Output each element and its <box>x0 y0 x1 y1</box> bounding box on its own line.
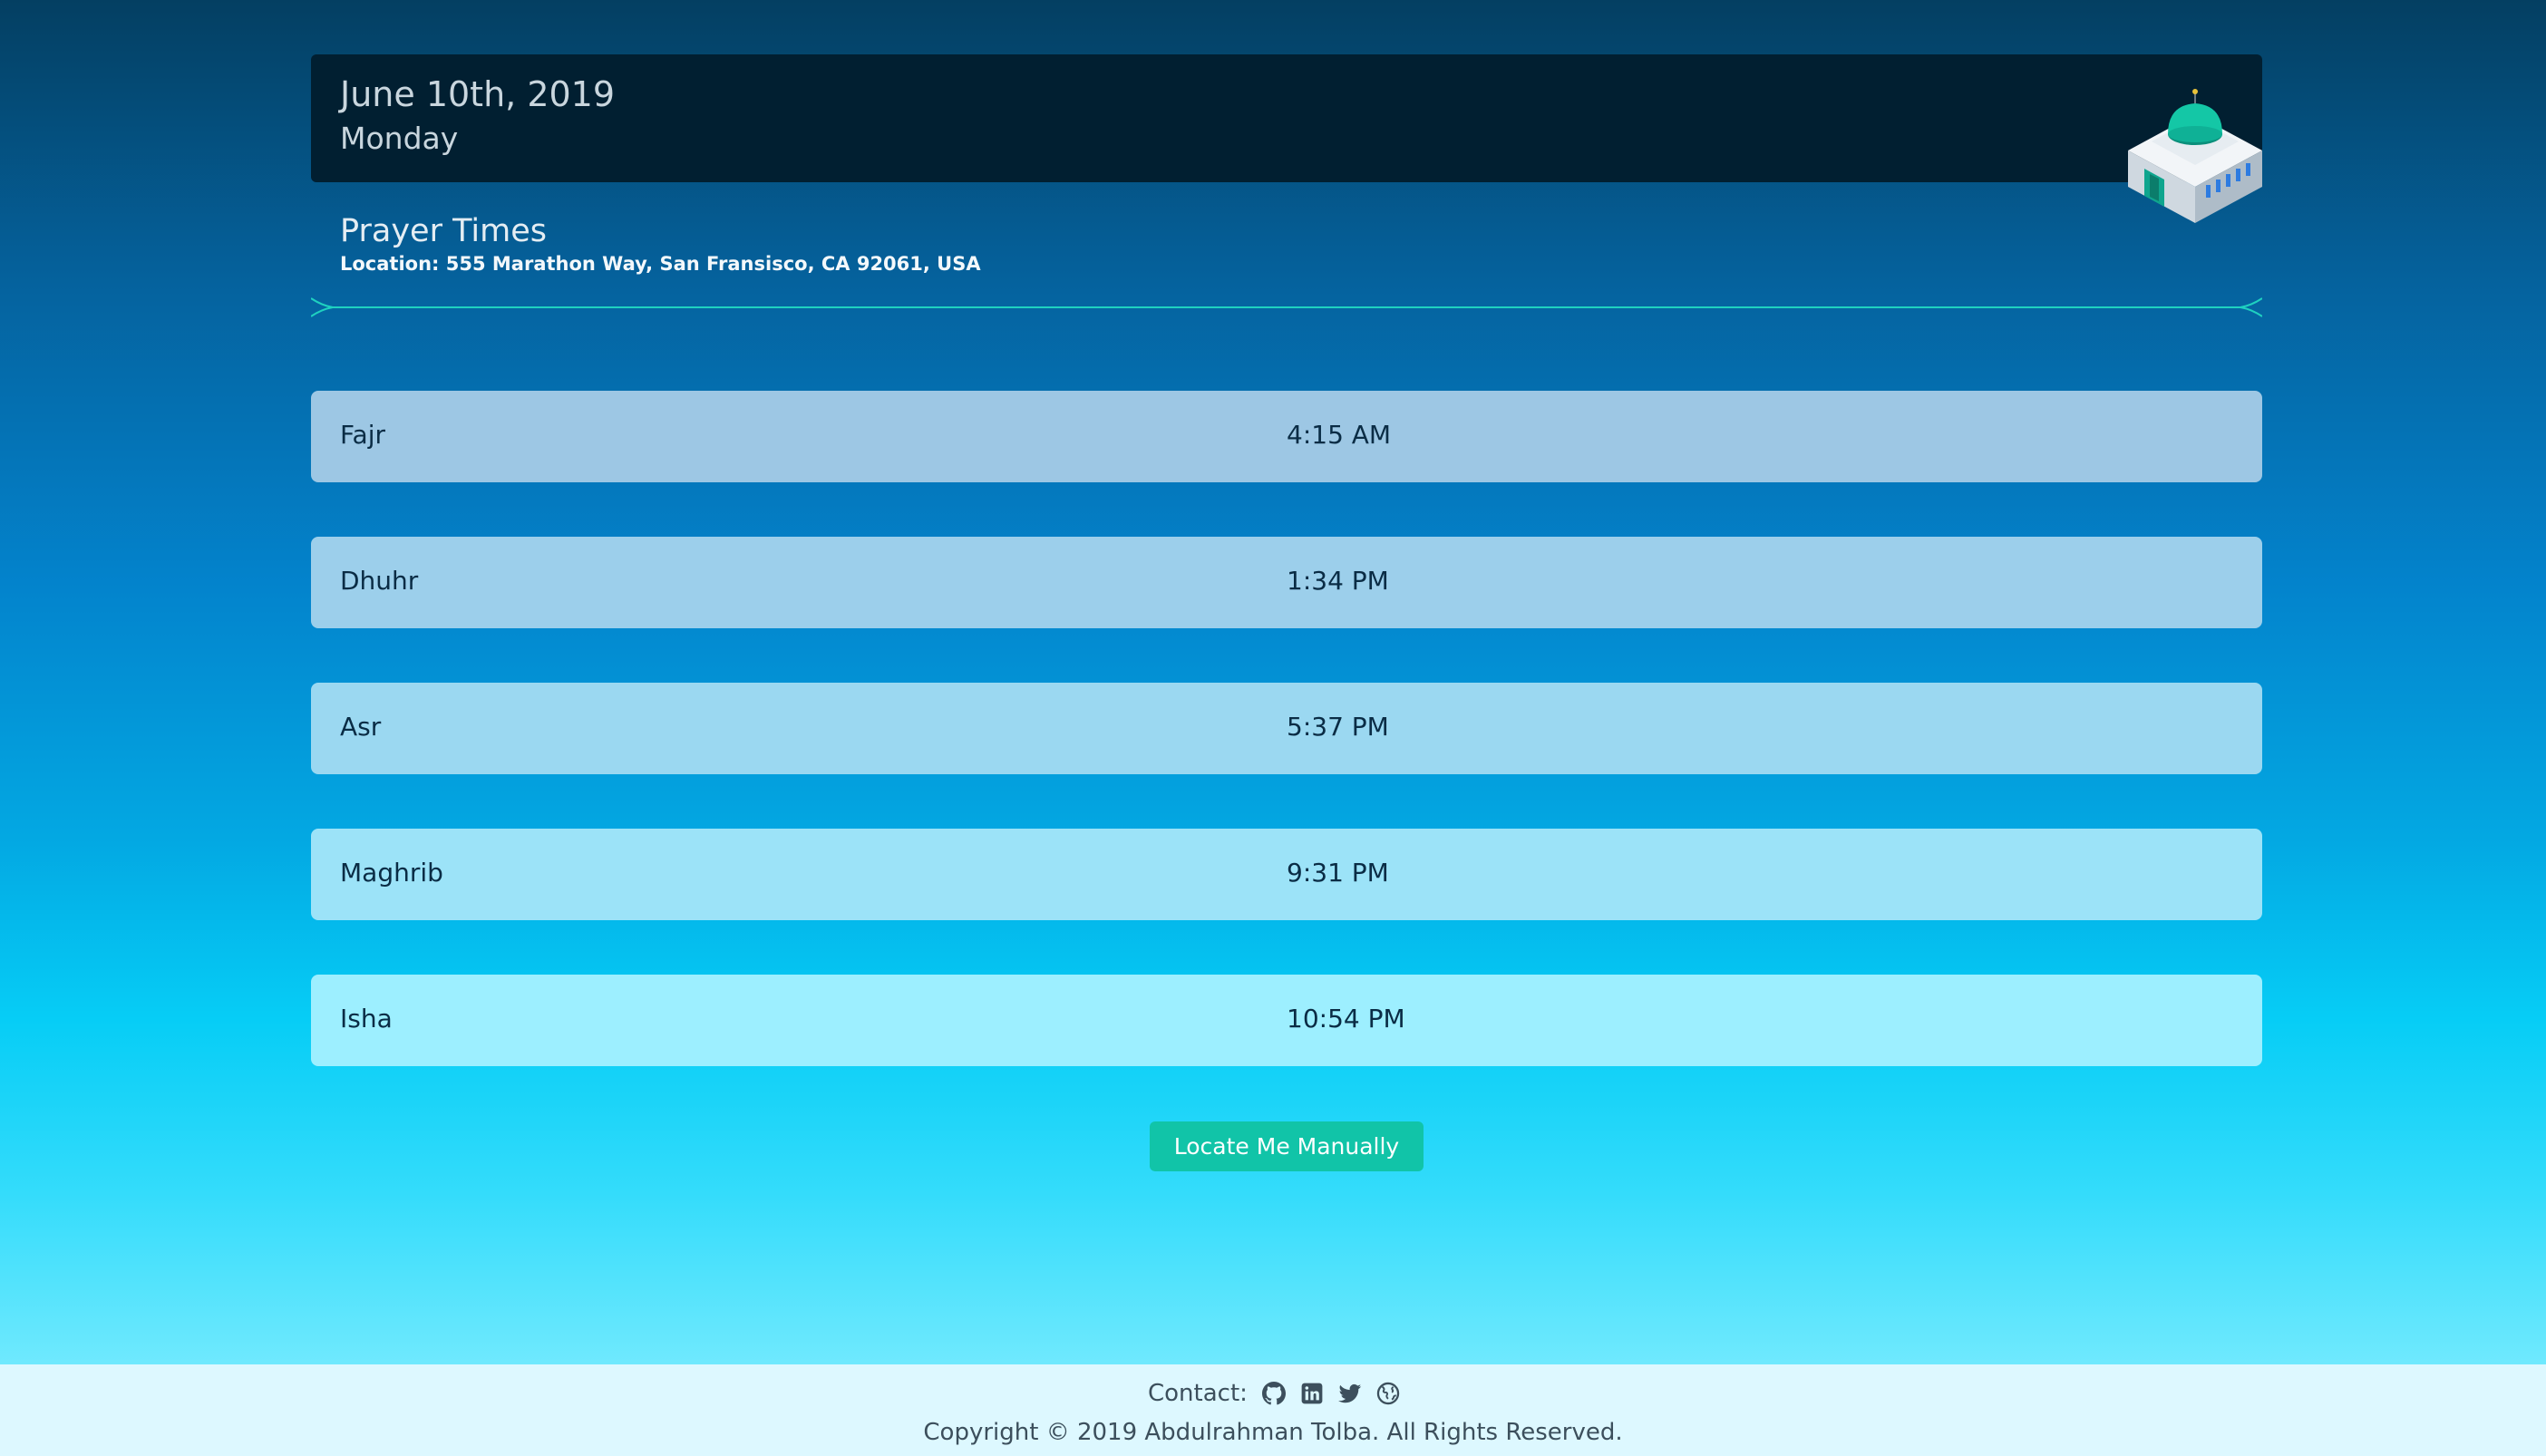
prayer-row-dhuhr: Dhuhr 1:34 PM <box>311 537 2262 628</box>
prayer-row-isha: Isha 10:54 PM <box>311 975 2262 1066</box>
prayer-name: Fajr <box>340 420 385 450</box>
mosque-icon <box>2128 89 2262 223</box>
prayer-name: Maghrib <box>340 858 443 888</box>
prayer-time: 1:34 PM <box>1287 566 1389 596</box>
current-date: June 10th, 2019 <box>340 74 616 114</box>
location-text: Location: 555 Marathon Way, San Fransisc… <box>340 253 981 275</box>
copyright-text: Copyright © 2019 Abdulrahman Tolba. All … <box>923 1419 1623 1446</box>
prayer-time: 9:31 PM <box>1287 858 1389 888</box>
prayer-time: 4:15 AM <box>1287 420 1392 450</box>
prayer-row-maghrib: Maghrib 9:31 PM <box>311 829 2262 920</box>
date-header: June 10th, 2019 Monday <box>311 54 2262 182</box>
github-icon[interactable] <box>1261 1382 1286 1405</box>
contact-label: Contact: <box>1148 1380 1248 1407</box>
current-weekday: Monday <box>340 121 459 156</box>
prayer-time: 5:37 PM <box>1287 712 1389 742</box>
prayer-row-asr: Asr 5:37 PM <box>311 683 2262 774</box>
contact-links: Contact: <box>1148 1377 1400 1410</box>
prayer-name: Isha <box>340 1004 393 1034</box>
locate-me-manually-button[interactable]: Locate Me Manually <box>1150 1121 1424 1171</box>
footer: Contact: Copyright © 2019 Abdulrahman To… <box>0 1364 2546 1456</box>
header-divider <box>311 297 2262 317</box>
prayer-name: Dhuhr <box>340 566 419 596</box>
twitter-icon[interactable] <box>1337 1382 1362 1405</box>
prayer-row-fajr: Fajr 4:15 AM <box>311 391 2262 482</box>
linkedin-icon[interactable] <box>1300 1382 1324 1405</box>
globe-icon[interactable] <box>1376 1382 1400 1405</box>
page-title: Prayer Times <box>340 213 547 249</box>
prayer-time: 10:54 PM <box>1287 1004 1405 1034</box>
prayer-name: Asr <box>340 712 382 742</box>
